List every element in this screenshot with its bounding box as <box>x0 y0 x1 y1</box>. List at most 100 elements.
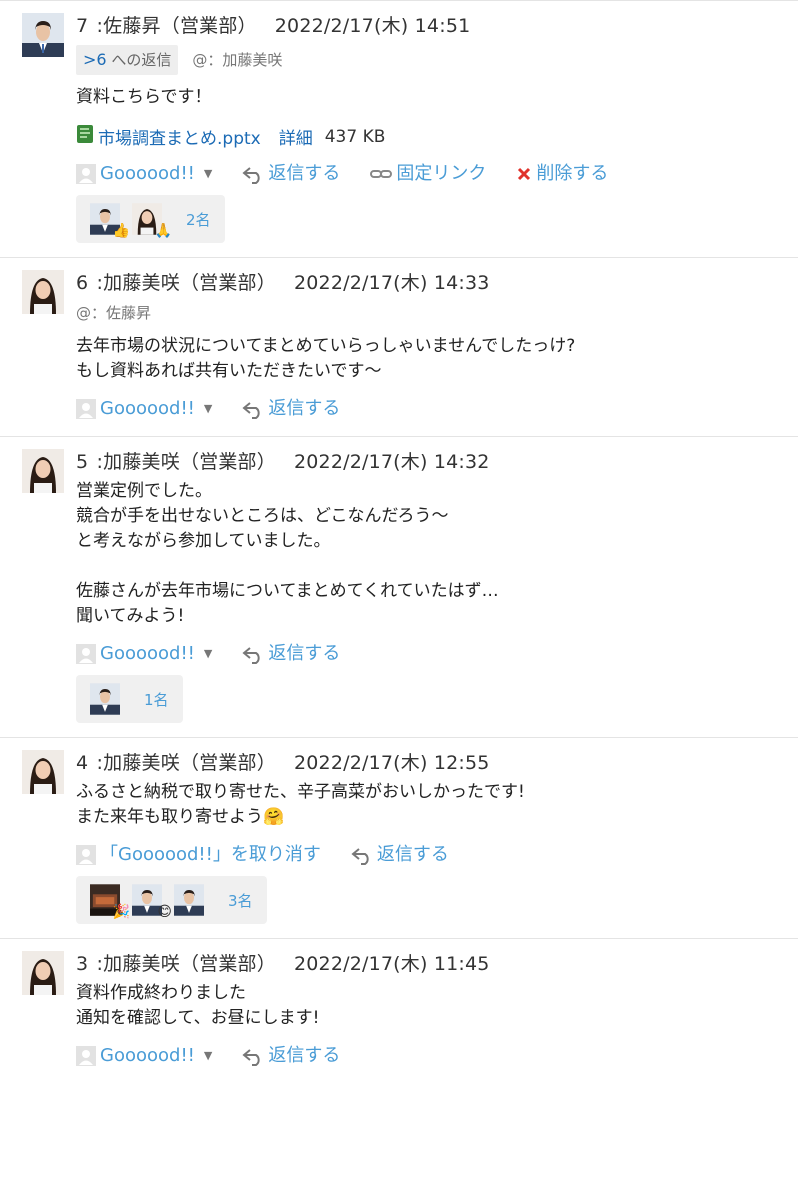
reply-to-suffix: への返信 <box>106 51 172 69</box>
like-button[interactable]: Goooood!! ▼ <box>76 1043 212 1069</box>
smile-icon: 😊 <box>157 904 172 920</box>
likers-count[interactable]: 2名 <box>186 209 211 230</box>
attachment-size: 437 KB <box>324 126 386 147</box>
reply-button[interactable]: 返信する <box>351 842 449 868</box>
liker-avatar[interactable]: 👍 <box>90 203 130 239</box>
post-author[interactable]: 加藤美咲（営業部） <box>103 272 276 294</box>
link-icon <box>370 167 393 181</box>
reply-label: 返信する <box>268 398 341 419</box>
reply-icon <box>242 399 264 419</box>
post-number[interactable]: 4 <box>76 752 88 774</box>
post-author[interactable]: 加藤美咲（営業部） <box>103 752 276 774</box>
reply-icon <box>242 644 264 664</box>
reply-to-link[interactable]: >6 <box>83 50 107 69</box>
post-date: 2022/2/17(木) 14:33 <box>293 272 490 294</box>
post-actions: 「Goooood!!」を取り消す 返信する <box>76 842 798 868</box>
likers-box[interactable]: 🎉 😊 3名 <box>76 876 267 924</box>
post-actions: Goooood!! ▼ 返信する <box>76 1043 798 1069</box>
mention-text: @：佐藤昇 <box>76 304 152 322</box>
reply-icon <box>242 1046 264 1066</box>
author-avatar-female[interactable] <box>22 449 64 493</box>
likers-count[interactable]: 1名 <box>144 689 169 710</box>
like-button[interactable]: Goooood!! ▼ <box>76 396 212 422</box>
likers-box[interactable]: 👍 🙏 2名 <box>76 195 225 243</box>
unlike-button[interactable]: 「Goooood!!」を取り消す <box>76 842 321 868</box>
reply-button[interactable]: 返信する <box>242 161 340 187</box>
liker-avatar[interactable] <box>174 884 204 916</box>
like-label: Goooood!! <box>100 398 195 419</box>
post-author[interactable]: 加藤美咲（営業部） <box>103 451 276 473</box>
reply-label: 返信する <box>376 844 449 865</box>
attachment: 市場調査まとめ.pptx 詳細 437 KB <box>76 124 798 149</box>
post-date: 2022/2/17(木) 11:45 <box>293 953 490 975</box>
post-actions: Goooood!! ▼ 返信する <box>76 641 798 667</box>
permalink-button[interactable]: 固定リンク <box>370 161 486 187</box>
post-date: 2022/2/17(木) 14:32 <box>293 451 490 473</box>
user-icon <box>76 399 96 419</box>
user-icon <box>76 845 96 865</box>
delete-button[interactable]: 削除する <box>516 161 608 187</box>
user-icon <box>76 164 96 184</box>
post-author[interactable]: 佐藤昇（営業部） <box>103 15 257 37</box>
attachment-detail-link[interactable]: 詳細 <box>279 124 313 149</box>
author-avatar-female[interactable] <box>22 750 64 794</box>
post-author[interactable]: 加藤美咲（営業部） <box>103 953 276 975</box>
post-body: 営業定例でした。 競合が手を出せないところは、どこなんだろう〜 と考えながら参加… <box>76 481 499 626</box>
like-label: Goooood!! <box>100 643 195 664</box>
mention-text: @：加藤美咲 <box>192 51 283 69</box>
likers-box[interactable]: 1名 <box>76 675 183 723</box>
reply-label: 返信する <box>268 643 341 664</box>
post-6: 6 :加藤美咲（営業部） 2022/2/17(木) 14:33 @：佐藤昇 去年市… <box>0 257 798 436</box>
attachment-filename[interactable]: 市場調査まとめ.pptx <box>98 124 261 149</box>
like-label: Goooood!! <box>100 1045 195 1066</box>
author-avatar-female[interactable] <box>22 951 64 995</box>
liker-avatar[interactable] <box>90 683 120 715</box>
reply-button[interactable]: 返信する <box>242 396 340 422</box>
post-number-sep: : <box>90 953 104 975</box>
post-number[interactable]: 6 <box>76 272 88 294</box>
post-date: 2022/2/17(木) 12:55 <box>293 752 490 774</box>
reply-button[interactable]: 返信する <box>242 1043 340 1069</box>
unlike-label: 「Goooood!!」を取り消す <box>100 844 321 865</box>
pray-icon: 🙏 <box>154 223 172 239</box>
post-3: 3 :加藤美咲（営業部） 2022/2/17(木) 11:45 資料作成終わりまし… <box>0 938 798 1083</box>
post-actions: Goooood!! ▼ 返信する <box>76 396 798 422</box>
chevron-down-icon[interactable]: ▼ <box>204 161 212 187</box>
like-button[interactable]: Goooood!! ▼ <box>76 641 212 667</box>
chevron-down-icon[interactable]: ▼ <box>204 396 212 422</box>
post-body: ふるさと納税で取り寄せた、辛子高菜がおいしかったです! また来年も取り寄せよう🤗 <box>76 782 525 827</box>
user-icon <box>76 1046 96 1066</box>
like-button[interactable]: Goooood!! ▼ <box>76 161 212 187</box>
likers-count[interactable]: 3名 <box>228 890 253 911</box>
post-body: 去年市場の状況についてまとめていらっしゃいませんでしたっけ? もし資料あれば共有… <box>76 336 576 381</box>
post-body: 資料作成終わりました 通知を確認して、お昼にします! <box>76 983 320 1028</box>
delete-x-icon <box>516 166 532 182</box>
post-number-sep: : <box>90 451 104 473</box>
post-number[interactable]: 5 <box>76 451 88 473</box>
reply-label: 返信する <box>268 1045 341 1066</box>
delete-label: 削除する <box>536 163 609 184</box>
pptx-file-icon <box>76 124 94 149</box>
user-icon <box>76 644 96 664</box>
post-body: 資料こちらです！ <box>76 87 212 107</box>
reply-to-badge[interactable]: >6 への返信 <box>76 45 179 75</box>
permalink-label: 固定リンク <box>396 163 487 184</box>
reply-button[interactable]: 返信する <box>242 641 340 667</box>
author-avatar-male[interactable] <box>22 13 64 57</box>
chevron-down-icon[interactable]: ▼ <box>204 1043 212 1069</box>
post-header: 6 :加藤美咲（営業部） 2022/2/17(木) 14:33 <box>76 270 798 296</box>
post-header: 7 :佐藤昇（営業部） 2022/2/17(木) 14:51 <box>76 13 798 39</box>
liker-avatar[interactable]: 🙏 <box>132 203 172 239</box>
author-avatar-female[interactable] <box>22 270 64 314</box>
post-number[interactable]: 7 <box>76 15 88 37</box>
post-header: 3 :加藤美咲（営業部） 2022/2/17(木) 11:45 <box>76 951 798 977</box>
post-number[interactable]: 3 <box>76 953 88 975</box>
liker-avatar[interactable]: 😊 <box>132 884 172 920</box>
chevron-down-icon[interactable]: ▼ <box>204 641 212 667</box>
party-popper-icon: 🎉 <box>112 904 130 920</box>
post-date: 2022/2/17(木) 14:51 <box>274 15 471 37</box>
thumbs-up-icon: 👍 <box>112 223 130 239</box>
liker-avatar[interactable]: 🎉 <box>90 884 130 920</box>
post-header: 4 :加藤美咲（営業部） 2022/2/17(木) 12:55 <box>76 750 798 776</box>
post-4: 4 :加藤美咲（営業部） 2022/2/17(木) 12:55 ふるさと納税で取り… <box>0 737 798 938</box>
